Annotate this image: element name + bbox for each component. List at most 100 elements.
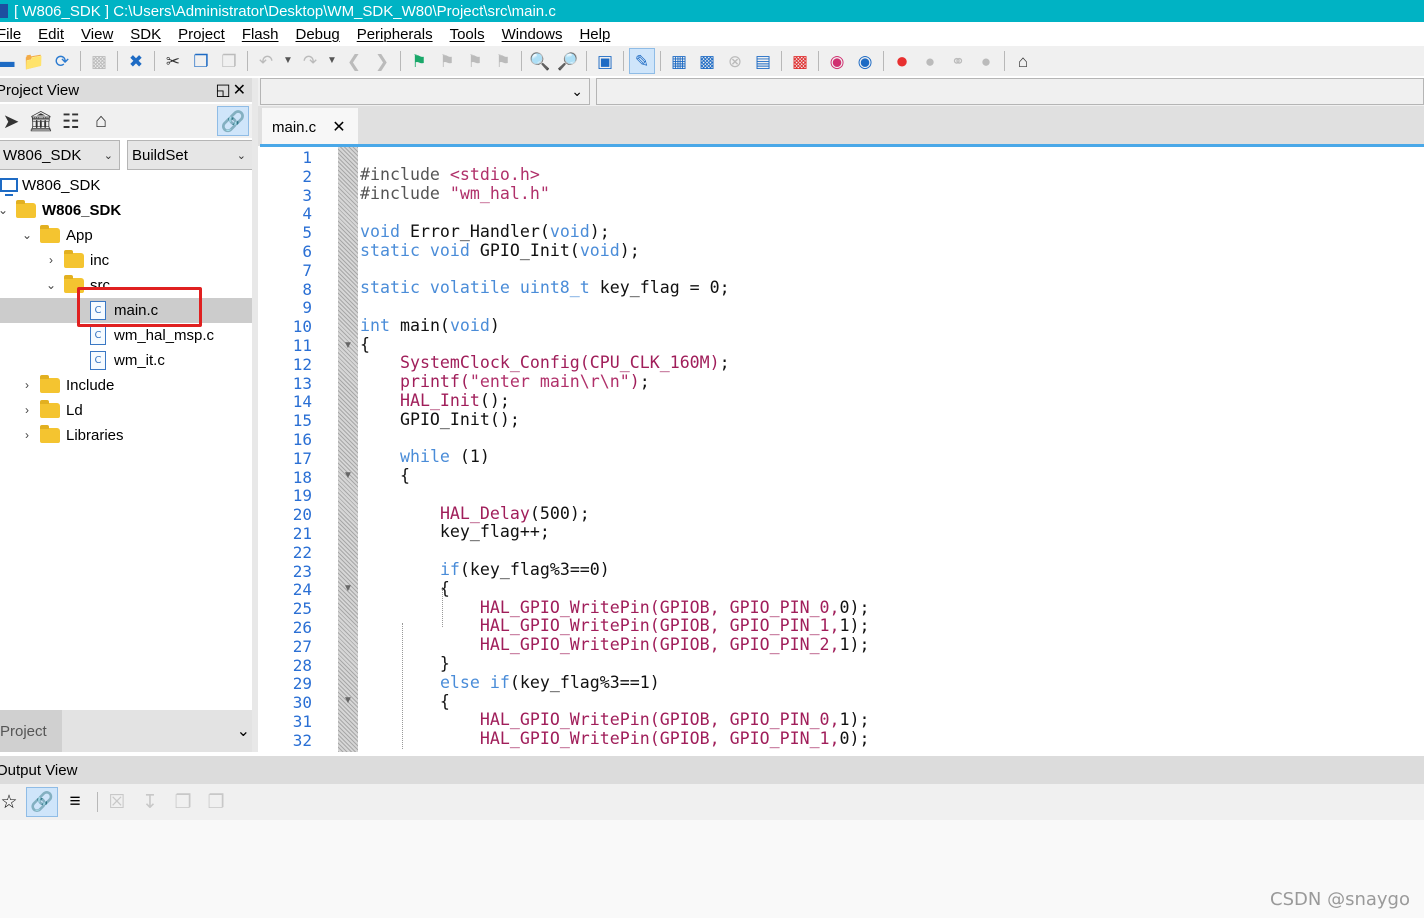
redo-icon[interactable]: ↷ [298,49,322,73]
line-number: 32 [292,730,312,750]
tree-item-wm-it-c[interactable]: C wm_it.c [90,348,165,372]
copy-icon[interactable]: ❐ [189,49,213,73]
breakpoint-clear-icon[interactable]: ● [974,49,998,73]
menu-view[interactable]: View [72,26,121,43]
paste-icon[interactable]: ❐ [217,49,241,73]
menu-file[interactable]: File [0,26,29,43]
line-number: 9 [302,298,312,318]
code-line: { [360,579,450,598]
new-file-icon[interactable]: ▬ [0,49,18,73]
build-icon[interactable]: ▦ [667,49,691,73]
find-in-files-icon[interactable]: 🔎 [556,49,580,73]
link-icon[interactable]: 🔗 [26,787,58,817]
undo-icon[interactable]: ↶ [254,49,278,73]
tab-main-c[interactable]: main.c ✕ [262,108,358,146]
tree-item-project[interactable]: ⌄ W806_SDK [0,198,121,222]
line-number: 25 [292,599,312,619]
navigate-icon[interactable]: ➤ [0,107,26,135]
chevron-down-icon[interactable]: ⌄ [20,228,34,242]
close-panel-icon[interactable]: ✕ [233,82,248,99]
tree-item-ld[interactable]: › Ld [20,398,83,422]
menu-sdk[interactable]: SDK [121,26,169,43]
cut-icon[interactable]: ✂ [161,49,185,73]
redo-dropdown-icon[interactable]: ▼ [326,49,338,73]
reload-icon[interactable]: ⟳ [50,49,74,73]
chevron-down-icon[interactable]: ⌄ [0,203,10,217]
float-panel-icon[interactable]: ◱ [215,82,232,99]
stop-build-icon[interactable]: ⊗ [723,49,747,73]
chevron-right-icon[interactable]: › [20,403,34,417]
save-output-icon[interactable]: ↧ [135,788,165,816]
menu-windows[interactable]: Windows [493,26,571,43]
close-icon[interactable]: ✖ [124,49,148,73]
panel-splitter[interactable] [252,78,258,752]
folder-icon [40,224,60,243]
target-select[interactable]: W806_SDK ⌄ [0,140,120,170]
home-icon[interactable]: ⌂ [1011,49,1035,73]
chevron-down-icon[interactable]: ⌄ [44,278,58,292]
open-folder-icon[interactable]: 📁 [22,49,46,73]
copy-output-icon[interactable]: ❐ [168,788,198,816]
menu-peripherals[interactable]: Peripherals [348,26,441,43]
menu-debug[interactable]: Debug [287,26,348,43]
clean-icon[interactable]: ▤ [751,49,775,73]
hierarchy-icon[interactable]: ☷ [56,107,86,135]
fold-toggle-icon[interactable]: ▼ [342,337,354,356]
tree-item-libraries[interactable]: › Libraries [20,423,124,447]
find-replace-icon[interactable]: ▣ [593,49,617,73]
code-line: HAL_GPIO_WritePin(GPIOB, GPIO_PIN_2,1); [479,635,870,654]
paste-output-icon[interactable]: ❐ [201,788,231,816]
breakpoint-disable-icon[interactable]: ● [918,49,942,73]
breakpoint-icon[interactable]: ● [890,49,914,73]
output-content[interactable] [0,820,1424,918]
chevron-right-icon[interactable]: › [44,253,58,267]
wrap-lines-icon[interactable]: ≡ [60,788,90,816]
link-editor-icon[interactable]: 🔗 [217,106,249,136]
bookmark-flag-icon[interactable]: ⚑ [407,49,431,73]
bookmark-prev-icon[interactable]: ⚑ [435,49,459,73]
project-footer-tab[interactable]: Project [0,710,62,752]
close-tab-icon[interactable]: ✕ [332,117,345,137]
edit-mode-icon[interactable]: ✎ [629,48,655,74]
output-view-title: Output View [0,761,78,779]
menu-edit[interactable]: Edit [29,26,72,43]
scope-select[interactable]: ⌄ [260,78,590,105]
code-editor[interactable]: #include <stdio.h> #include "wm_hal.h" v… [358,147,1424,752]
menu-help[interactable]: Help [570,26,618,43]
fold-toggle-icon[interactable]: ▼ [342,467,354,486]
download-icon[interactable]: ▩ [788,49,812,73]
symbol-select[interactable] [596,78,1424,105]
tree-item-inc[interactable]: › inc [44,248,109,272]
breakpoint-link-icon[interactable]: ⚭ [946,49,970,73]
chevron-right-icon[interactable]: › [20,378,34,392]
buildset-select[interactable]: BuildSet ⌄ [127,140,253,170]
code-line: GPIO_Init(); [360,410,520,429]
bookmark-clear-icon[interactable]: ⚑ [491,49,515,73]
fold-toggle-icon[interactable]: ▼ [342,580,354,599]
code-line: static volatile uint8_t key_flag = 0; [360,278,730,297]
star-icon[interactable]: ☆ [0,788,24,816]
menu-flash[interactable]: Flash [233,26,287,43]
forward-icon[interactable]: ❯ [370,49,394,73]
undo-dropdown-icon[interactable]: ▼ [282,49,294,73]
project-home-icon[interactable]: 🏛 [26,107,56,135]
code-line: HAL_GPIO_WritePin(GPIOB, GPIO_PIN_0,1); [479,710,870,729]
back-icon[interactable]: ❮ [342,49,366,73]
clear-output-icon[interactable]: ☒ [102,788,132,816]
chevron-down-icon[interactable]: ⌄ [237,721,250,741]
tree-item-include[interactable]: › Include [20,373,114,397]
menu-tools[interactable]: Tools [441,26,493,43]
fold-toggle-icon[interactable]: ▼ [342,692,354,711]
chevron-right-icon[interactable]: › [20,428,34,442]
line-number: 27 [292,636,312,656]
bookmark-next-icon[interactable]: ⚑ [463,49,487,73]
tree-item-workspace[interactable]: W806_SDK [0,173,100,197]
find-icon[interactable]: 🔍 [528,49,552,73]
save-icon[interactable]: ▩ [87,49,111,73]
menu-project[interactable]: Project [169,26,233,43]
debug-attach-icon[interactable]: ◉ [853,49,877,73]
tree-item-app[interactable]: ⌄ App [20,223,93,247]
debug-start-icon[interactable]: ◉ [825,49,849,73]
home-icon[interactable]: ⌂ [86,107,116,135]
rebuild-icon[interactable]: ▩ [695,49,719,73]
